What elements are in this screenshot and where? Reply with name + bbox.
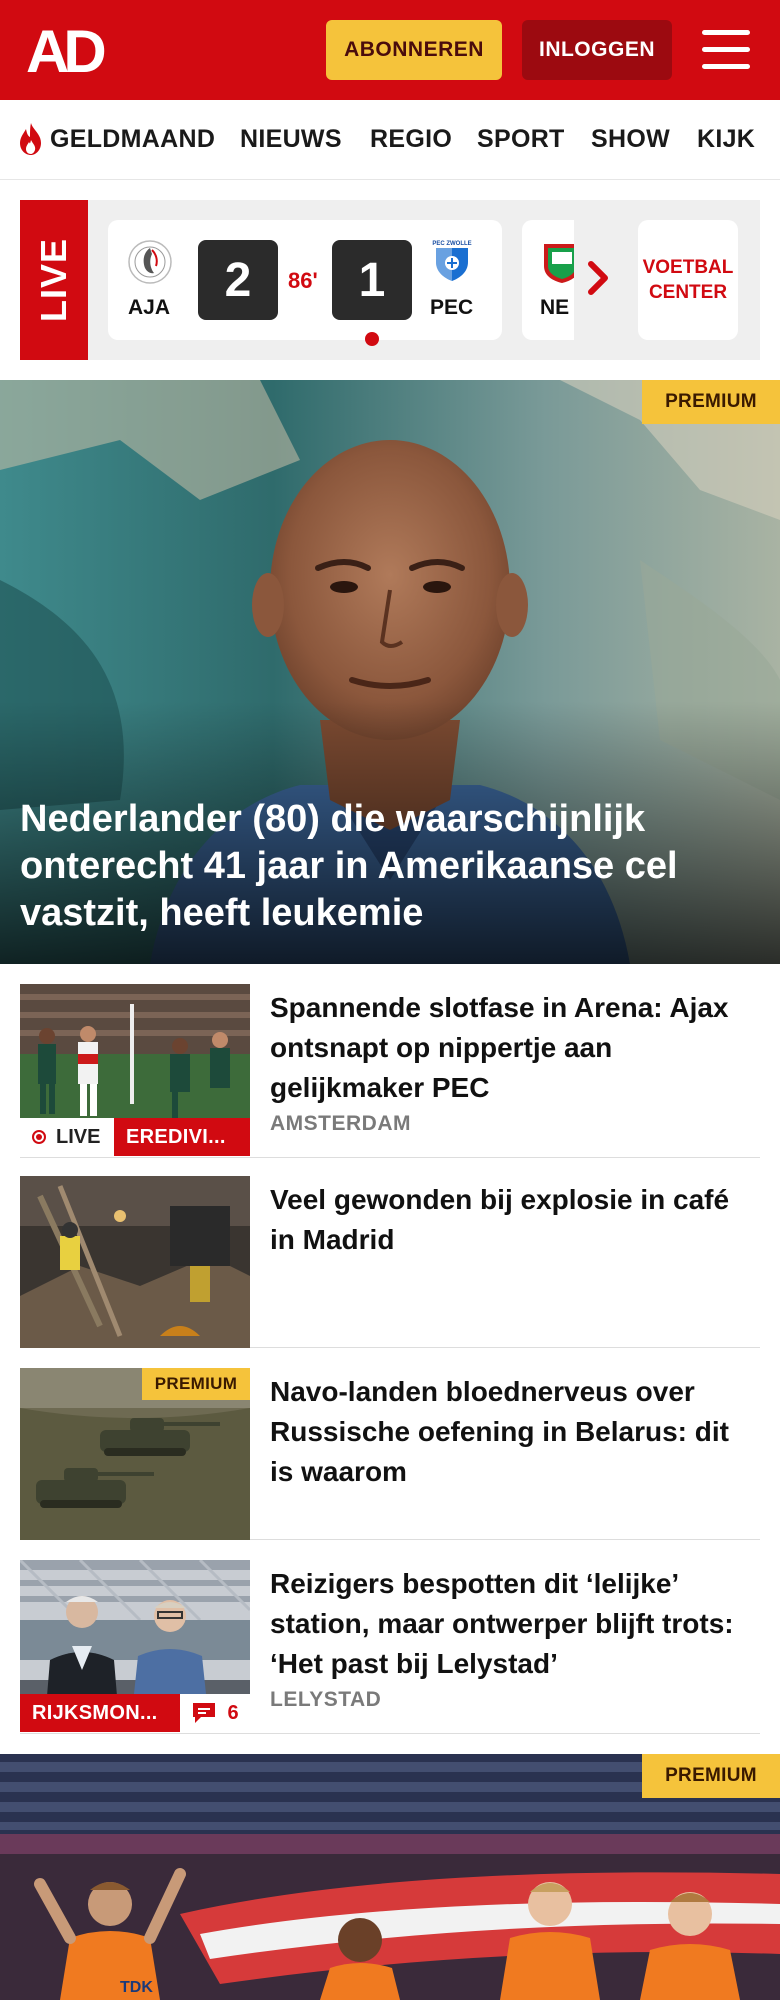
nav-item-nieuws[interactable]: NIEUWS (240, 125, 342, 154)
home-score: 2 (198, 240, 278, 320)
comments-count-text: 6 (227, 1701, 239, 1724)
main-navigation: GELDMAAND NIEUWS REGIO SPORT SHOW KIJK (0, 100, 780, 180)
nav-item-show[interactable]: SHOW (591, 125, 670, 154)
next-match-card[interactable]: NE (522, 220, 574, 340)
match-minute: 86' (288, 268, 318, 293)
recent-goal-dot (365, 332, 379, 346)
hero-article[interactable]: PREMIUM Nederlander (80) die waarschijnl… (0, 380, 780, 964)
top-bar: AD ABONNEREN INLOGGEN (0, 0, 780, 100)
article-title[interactable]: Reizigers bespotten dit ‘lelijke’ statio… (270, 1564, 750, 1684)
flame-icon (20, 123, 41, 155)
svg-text:PEC ZWOLLE: PEC ZWOLLE (432, 241, 471, 247)
chevron-right-icon[interactable] (586, 258, 612, 298)
live-label-chip: LIVE (20, 1118, 114, 1156)
article-title[interactable]: Veel gewonden bij explosie in café in Ma… (270, 1180, 750, 1260)
match-card[interactable]: AJA 2 86' 1 PEC ZWOLLE PEC (108, 220, 502, 346)
comments-count[interactable]: 6 (180, 1694, 250, 1732)
nav-item-geldmaand[interactable]: GELDMAAND (50, 125, 215, 154)
voetbal-center-line2: CENTER (648, 282, 728, 303)
article-item[interactable]: PREMIUM Navo-landen bloednerveus over Ru… (20, 1368, 760, 1540)
hero-article-2[interactable]: TDK PREMIUM (0, 1754, 780, 2000)
voetbal-center-line1: VOETBAL (642, 257, 734, 278)
article-item[interactable]: Veel gewonden bij explosie in café in Ma… (20, 1176, 760, 1348)
article-location: LELYSTAD (270, 1688, 382, 1711)
login-button[interactable]: INLOGGEN (522, 20, 672, 80)
voetbal-center-link[interactable]: VOETBAL CENTER (638, 220, 738, 340)
premium-badge: PREMIUM (642, 1754, 780, 1798)
nav-item-kijk[interactable]: KIJK (697, 125, 755, 154)
explosion-photo (20, 1176, 250, 1348)
away-score: 1 (332, 240, 412, 320)
live-scores-strip: LIVE AJA 2 86' 1 PEC ZWOLLE PEC NE VOETB… (20, 200, 760, 360)
pec-zwolle-club-logo: PEC ZWOLLE (432, 241, 472, 281)
hamburger-menu-icon[interactable] (702, 30, 750, 70)
article-item[interactable]: LIVE EREDIVI... Spannende slotfase in Ar… (20, 984, 760, 1158)
article-thumbnail (20, 1176, 250, 1348)
subscribe-button[interactable]: ABONNEREN (326, 20, 502, 80)
article-title[interactable]: Navo-landen bloednerveus over Russische … (270, 1372, 750, 1492)
article-location: AMSTERDAM (270, 1112, 411, 1135)
svg-text:TDK: TDK (120, 1979, 153, 1996)
premium-badge: PREMIUM (142, 1368, 250, 1400)
live-label-text: LIVE (56, 1125, 101, 1148)
premium-badge: PREMIUM (642, 380, 780, 424)
ajax-club-logo (128, 240, 172, 284)
next-match-team: NE (540, 296, 570, 319)
comment-icon (193, 1703, 216, 1723)
category-label[interactable]: EREDIVI... (114, 1118, 250, 1156)
live-label: LIVE (33, 237, 74, 323)
hero-headline[interactable]: Nederlander (80) die waarschijnlijk onte… (20, 796, 760, 937)
live-dot-icon (32, 1130, 46, 1144)
away-team-name: PEC (430, 296, 474, 319)
nec-club-logo (544, 244, 574, 283)
live-tab[interactable]: LIVE (20, 200, 88, 360)
nav-item-regio[interactable]: REGIO (370, 125, 452, 154)
article-thumbnail: LIVE EREDIVI... (20, 984, 250, 1156)
category-label[interactable]: RIJKSMON... (20, 1694, 180, 1732)
article-item[interactable]: RIJKSMON... 6 Reizigers bespotten dit ‘l… (20, 1560, 760, 1734)
article-title[interactable]: Spannende slotfase in Arena: Ajax ontsna… (270, 988, 750, 1108)
home-team-name: AJA (128, 296, 171, 319)
article-thumbnail: RIJKSMON... 6 (20, 1560, 250, 1732)
nav-item-sport[interactable]: SPORT (477, 125, 565, 154)
svg-text:AD: AD (26, 22, 104, 78)
ad-logo[interactable]: AD (26, 22, 118, 78)
article-thumbnail: PREMIUM (20, 1368, 250, 1540)
